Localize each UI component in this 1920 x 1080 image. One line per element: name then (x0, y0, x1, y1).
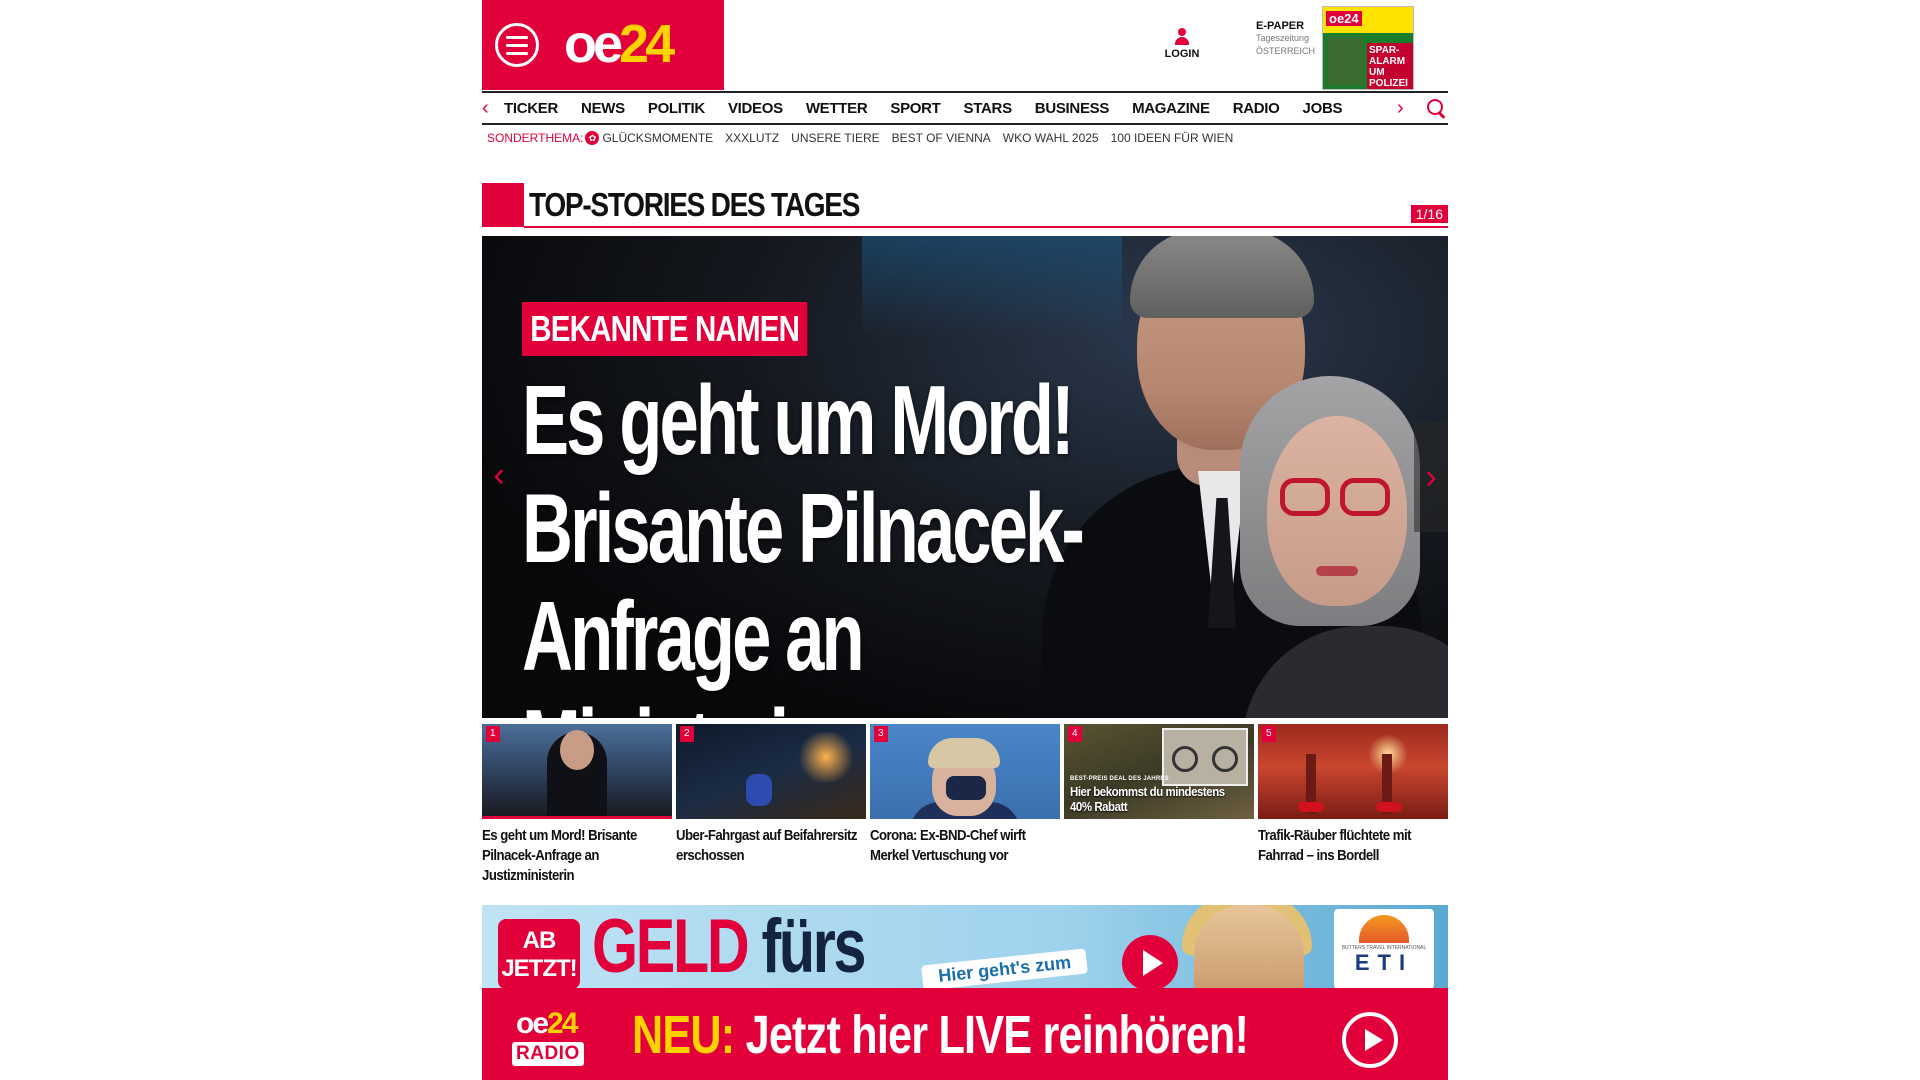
epaper-cover-headline: SPAR-ALARM UM POLIZEI (1367, 43, 1413, 89)
slide-counter: 1/16 (1410, 205, 1448, 223)
story-thumbnails: 1 Es geht um Mord! Brisante Pilnacek-Anf… (482, 724, 1448, 884)
epaper-title: E-PAPER (1256, 20, 1305, 32)
nav-item-magazine[interactable]: MAGAZINE (1132, 100, 1210, 117)
story-thumb[interactable]: 5 Trafik-Räuber flüchtete mit Fahrrad – … (1258, 724, 1448, 884)
story-thumb[interactable]: 2 Uber-Fahrgast auf Beifahrersitz erscho… (676, 724, 866, 884)
story-thumb-image: 1 (482, 724, 672, 819)
story-thumb-image: 3 (870, 724, 1060, 819)
story-thumb-image: 5 (1258, 724, 1448, 819)
sonderthema-item[interactable]: GLÜCKSMOMENTE (602, 131, 713, 145)
sonderthema-item[interactable]: BEST OF VIENNA (892, 131, 991, 145)
story-thumb-image: 2 (676, 724, 866, 819)
nav-item-radio[interactable]: RADIO (1233, 100, 1280, 117)
ad-cta-label: Hier geht's zum (921, 948, 1089, 989)
hero-kicker: BEKANNTE NAMEN (522, 302, 808, 356)
ad-banner[interactable]: AB JETZT! GELD fürs Hier geht's zum BUTT… (482, 905, 1448, 989)
nav-right-arrow-icon[interactable]: › (1397, 97, 1404, 120)
radio-play-icon[interactable] (1342, 1012, 1398, 1068)
radio-message: NEU: Jetzt hier LIVE reinhören! (632, 1005, 1249, 1065)
ad-headline: GELD fürs (592, 905, 866, 989)
nav-item-politik[interactable]: POLITIK (648, 100, 705, 117)
story-number-badge: 4 (1068, 726, 1082, 742)
site-logo[interactable]: oe24 (564, 14, 675, 74)
story-thumb-caption[interactable]: Trafik-Räuber flüchtete mit Fahrrad – in… (1258, 826, 1447, 866)
sonderthema-item[interactable]: 100 IDEEN FÜR WIEN (1111, 131, 1234, 145)
sonderthema-bar: SONDERTHEMA: ✿ GLÜCKSMOMENTE XXXLUTZ UNS… (487, 129, 1245, 147)
section-header: TOP-STORIES DES TAGES 1/16 (482, 183, 1448, 229)
hero-prev-arrow-icon[interactable]: ‹ (482, 456, 516, 495)
nav-items: TICKER NEWS POLITIK VIDEOS WETTER SPORT … (504, 93, 1365, 123)
epaper-cover-image[interactable]: oe24 SPAR-ALARM UM POLIZEI (1322, 6, 1414, 90)
section-underline (524, 226, 1448, 228)
sonderthema-item[interactable]: WKO WAHL 2025 (1003, 131, 1099, 145)
story-thumb-overlay-tag: BEST-PREIS DEAL DES JAHRES (1070, 776, 1169, 782)
main-navigation: ‹ TICKER NEWS POLITIK VIDEOS WETTER SPOR… (482, 91, 1448, 125)
section-accent-block (482, 183, 524, 227)
logo-area: oe24 (482, 0, 724, 90)
sun-icon (1359, 915, 1409, 943)
story-number-badge: 3 (874, 726, 888, 742)
radio-logo: oe24 RADIO (512, 1006, 602, 1070)
login-button[interactable]: LOGIN (1162, 28, 1202, 60)
story-thumb-image: 4 BEST-PREIS DEAL DES JAHRES Hier bekomm… (1064, 724, 1254, 819)
story-thumb-caption[interactable]: Corona: Ex-BND-Chef wirft Merkel Vertusc… (870, 826, 1059, 866)
login-label: LOGIN (1164, 48, 1200, 60)
story-thumb[interactable]: 1 Es geht um Mord! Brisante Pilnacek-Anf… (482, 724, 672, 884)
story-number-badge: 1 (486, 726, 500, 742)
story-thumb-overlay-text: Hier bekommst du mindestens 40% Rabatt (1070, 784, 1225, 814)
nav-item-jobs[interactable]: JOBS (1303, 100, 1343, 117)
story-thumb[interactable]: 4 BEST-PREIS DEAL DES JAHRES Hier bekomm… (1064, 724, 1254, 884)
story-thumb[interactable]: 3 Corona: Ex-BND-Chef wirft Merkel Vertu… (870, 724, 1060, 884)
nav-item-stars[interactable]: STARS (964, 100, 1013, 117)
eti-logo: BUTTERS TRAVEL INTERNATIONAL ETI (1334, 909, 1434, 989)
search-icon[interactable] (1426, 99, 1446, 119)
nav-item-wetter[interactable]: WETTER (806, 100, 868, 117)
nav-left-arrow-icon[interactable]: ‹ (482, 97, 489, 120)
epaper-cover-logo: oe24 (1326, 11, 1362, 26)
ad-model-image (1194, 905, 1304, 989)
nav-item-sport[interactable]: SPORT (890, 100, 940, 117)
nav-item-business[interactable]: BUSINESS (1035, 100, 1110, 117)
hero-next-arrow-icon[interactable]: › (1414, 422, 1448, 532)
section-title: TOP-STORIES DES TAGES (529, 186, 860, 223)
hero-story[interactable]: BEKANNTE NAMEN Es geht um Mord! Brisante… (482, 236, 1448, 718)
ad-ab-jetzt-badge: AB JETZT! (498, 919, 580, 989)
story-number-badge: 5 (1262, 726, 1276, 742)
nav-item-news[interactable]: NEWS (581, 100, 625, 117)
site-header: oe24 LOGIN E-PAPER Tageszeitung ÖSTERREI… (482, 0, 1448, 90)
story-number-badge: 2 (680, 726, 694, 742)
hero-headline[interactable]: Es geht um Mord! Brisante Pilnacek-Anfra… (522, 366, 1170, 718)
hamburger-menu-icon[interactable] (495, 23, 539, 67)
story-thumb-caption[interactable]: Uber-Fahrgast auf Beifahrersitz erschoss… (676, 826, 865, 866)
nav-item-ticker[interactable]: TICKER (504, 100, 558, 117)
user-icon (1174, 28, 1190, 46)
page: oe24 LOGIN E-PAPER Tageszeitung ÖSTERREI… (0, 0, 1920, 1080)
epaper-subtitle-1: Tageszeitung (1256, 33, 1310, 43)
sonderthema-label: SONDERTHEMA: (487, 131, 584, 145)
nav-item-videos[interactable]: VIDEOS (728, 100, 783, 117)
story-thumb-caption[interactable]: Es geht um Mord! Brisante Pilnacek-Anfra… (482, 826, 671, 886)
ad-play-icon[interactable] (1122, 935, 1178, 989)
epaper-link[interactable]: E-PAPER Tageszeitung ÖSTERREICH (1256, 20, 1315, 58)
sonderthema-item[interactable]: UNSERE TIERE (791, 131, 879, 145)
radio-live-banner[interactable]: oe24 RADIO NEU: Jetzt hier LIVE reinhöre… (482, 988, 1448, 1080)
clover-icon: ✿ (585, 131, 600, 145)
epaper-subtitle-2: ÖSTERREICH (1256, 46, 1316, 56)
sonderthema-item[interactable]: XXXLUTZ (725, 131, 779, 145)
